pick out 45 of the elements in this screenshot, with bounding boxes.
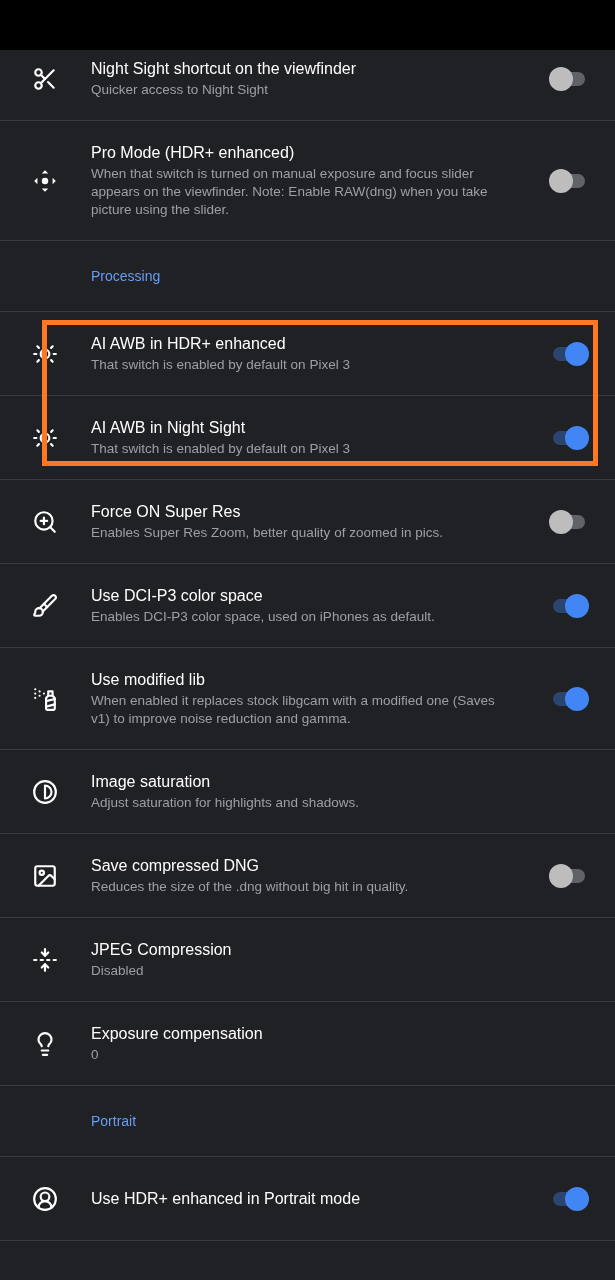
setting-description: 0	[91, 1046, 100, 1064]
setting-description: Reduces the size of the .dng without big hit in quality.	[91, 878, 410, 896]
setting-row[interactable]: Night Sight shortcut on the viewfinder Quicker access to Night Sight	[0, 50, 615, 121]
section-header: Processing	[91, 268, 161, 284]
setting-title: Use modified lib	[91, 670, 206, 690]
setting-title: Exposure compensation	[91, 1024, 264, 1044]
setting-description: When that switch is turned on manual exposure and focus slider appears on the viewfinder. Note: Enable RAW(dng) when you take picture using the slider.	[91, 165, 489, 219]
setting-description: Enables DCI-P3 color space, used on iPhones as default.	[91, 608, 436, 626]
compress-icon	[32, 946, 58, 973]
setting-row[interactable]: Image saturation Adjust saturation for highlights and shadows.	[0, 750, 615, 834]
setting-title: Force ON Super Res	[91, 502, 242, 522]
setting-row[interactable]: Use HDR+ enhanced in Portrait mode	[0, 1157, 615, 1241]
setting-description: That switch is enabled by default on Pixel 3	[91, 356, 351, 374]
setting-title: JPEG Compression	[91, 940, 233, 960]
setting-title: Night Sight shortcut on the viewfinder	[91, 59, 358, 79]
setting-description: When enabled it replaces stock libgcam with a modified one (Saves v1) to improve noise reduction and gamma.	[91, 692, 496, 728]
zoom-in-icon	[32, 508, 58, 535]
setting-title: Pro Mode (HDR+ enhanced)	[91, 143, 296, 163]
section-header: Portrait	[91, 1113, 137, 1129]
setting-description: That switch is enabled by default on Pixel 3	[91, 440, 351, 458]
setting-description: Quicker access to Night Sight	[91, 81, 270, 99]
spray-can-icon	[32, 685, 58, 712]
brush-icon	[32, 592, 58, 619]
contrast-icon	[32, 778, 58, 805]
setting-description: Adjust saturation for highlights and shadows.	[91, 794, 360, 812]
setting-row[interactable]: AI AWB in Night Sight That switch is enabled by default on Pixel 3	[0, 396, 615, 480]
setting-row[interactable]: Force ON Super Res Enables Super Res Zoom, better quality of zoomed in pics.	[0, 480, 615, 564]
setting-row[interactable]: Exposure compensation 0	[0, 1002, 615, 1086]
setting-title: Image saturation	[91, 772, 212, 792]
setting-title: AI AWB in Night Sight	[91, 418, 247, 438]
setting-description: Disabled	[91, 962, 145, 980]
account-icon	[32, 1185, 58, 1212]
setting-row[interactable]: Pro Mode (HDR+ enhanced) When that switch is turned on manual exposure and focus slider appears on the viewfinder. Note: Enable RAW(dng) when you take picture using the slider.	[0, 121, 615, 241]
setting-title: Use HDR+ enhanced in Portrait mode	[91, 1189, 362, 1209]
setting-title: AI AWB in HDR+ enhanced	[91, 334, 287, 354]
setting-row[interactable]: Save compressed DNG Reduces the size of the .dng without big hit in quality.	[0, 834, 615, 918]
setting-description: Enables Super Res Zoom, better quality of zoomed in pics.	[91, 524, 444, 542]
scissors-icon	[32, 65, 58, 92]
setting-row[interactable]: JPEG Compression Disabled	[0, 918, 615, 1002]
setting-title: Save compressed DNG	[91, 856, 261, 876]
image-icon	[32, 862, 58, 889]
setting-row[interactable]: AI AWB in HDR+ enhanced That switch is enabled by default on Pixel 3	[0, 312, 615, 396]
setting-row[interactable]: Use modified lib When enabled it replaces stock libgcam with a modified one (Saves v1) to improve noise reduction and gamma.	[0, 648, 615, 750]
setting-row[interactable]: Use DCI-P3 color space Enables DCI-P3 color space, used on iPhones as default.	[0, 564, 615, 648]
setting-title: Use DCI-P3 color space	[91, 586, 264, 606]
